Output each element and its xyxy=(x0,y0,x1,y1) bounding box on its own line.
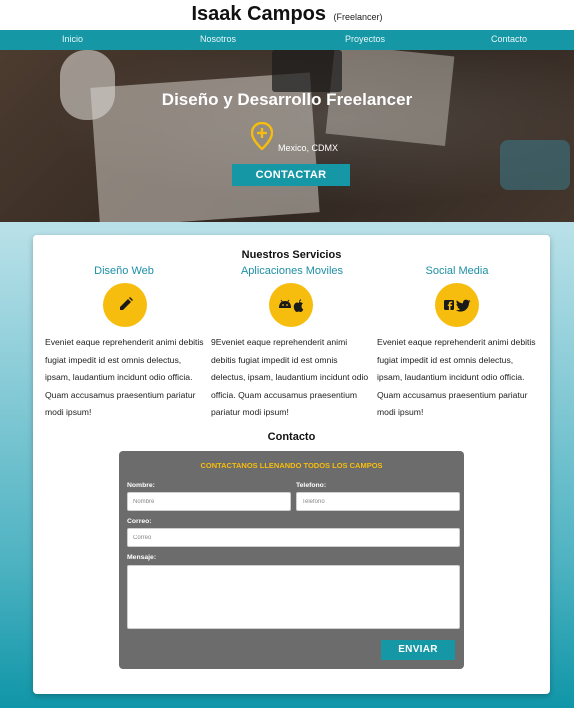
contact-form: CONTACTANOS LLENANDO TODOS LOS CAMPOS No… xyxy=(119,451,464,669)
nav-item-contacto[interactable]: Contacto xyxy=(491,34,527,44)
service-icon-circle xyxy=(103,283,147,327)
services-heading: Nuestros Servicios xyxy=(241,249,342,261)
hero-location: Mexico, CDMX xyxy=(278,143,339,153)
service-text-social-media: Eveniet eaque reprehenderit animi debiti… xyxy=(377,337,536,417)
service-text-aplicaciones-moviles: 9Eveniet eaque reprehenderit animi debit… xyxy=(211,337,369,417)
service-text-diseno-web: Eveniet eaque reprehenderit animi debiti… xyxy=(45,337,204,417)
correo-label: Correo: xyxy=(127,518,152,525)
site-header: Isaak Campos (Freelancer) xyxy=(0,0,574,30)
nombre-label: Nombre: xyxy=(127,482,155,489)
enviar-button[interactable]: ENVIAR xyxy=(381,640,455,660)
nav-item-nosotros[interactable]: Nosotros xyxy=(200,34,236,44)
hero-background-markers xyxy=(500,140,570,190)
nav-item-inicio[interactable]: Inicio xyxy=(62,34,83,44)
nav-item-proyectos[interactable]: Proyectos xyxy=(345,34,385,44)
brand-subtitle: (Freelancer) xyxy=(333,12,383,22)
contact-heading: Contacto xyxy=(267,431,316,443)
android-apple-icon xyxy=(279,299,304,312)
nombre-input[interactable] xyxy=(127,492,291,511)
mensaje-label: Mensaje: xyxy=(127,554,157,561)
service-icon-circle xyxy=(435,283,479,327)
hero-background-phone xyxy=(272,50,342,92)
form-heading: CONTACTANOS LLENANDO TODOS LOS CAMPOS xyxy=(200,461,383,470)
service-title-diseno-web: Diseño Web xyxy=(94,265,154,277)
pencil-icon xyxy=(120,297,133,310)
telefono-input[interactable] xyxy=(296,492,460,511)
hero-banner: Diseño y Desarrollo Freelancer Mexico, C… xyxy=(0,50,574,222)
main-nav: Inicio Nosotros Proyectos Contacto xyxy=(0,30,574,50)
hero-title: Diseño y Desarrollo Freelancer xyxy=(161,90,413,109)
telefono-label: Telefono: xyxy=(296,482,327,489)
service-icon-circle xyxy=(269,283,313,327)
brand-name: Isaak Campos xyxy=(191,3,327,25)
brand: Isaak Campos (Freelancer) xyxy=(0,3,574,26)
service-title-social-media: Social Media xyxy=(425,265,489,277)
facebook-twitter-icon xyxy=(444,299,471,312)
service-title-aplicaciones-moviles: Aplicaciones Moviles xyxy=(240,265,344,277)
mensaje-textarea[interactable] xyxy=(127,565,460,629)
content-card: Nuestros Servicios Diseño Web Eveniet ea… xyxy=(33,235,550,694)
correo-input[interactable] xyxy=(127,528,460,547)
location-pin-plus-icon xyxy=(251,122,273,150)
contactar-button[interactable]: CONTACTAR xyxy=(232,164,350,186)
